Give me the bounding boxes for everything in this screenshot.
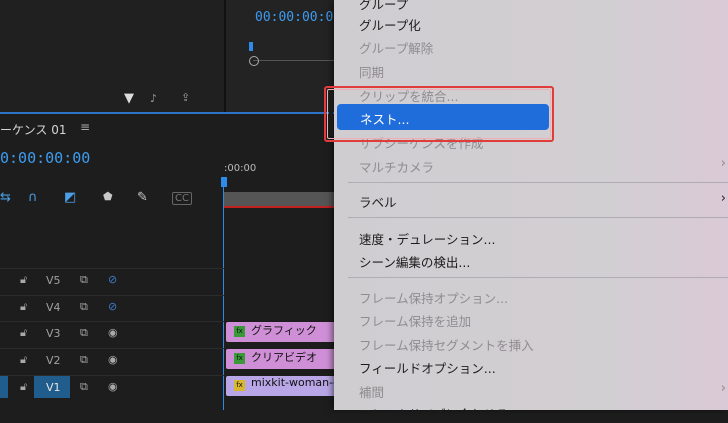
track-name: V2 <box>46 354 61 367</box>
track-name: V5 <box>46 274 61 287</box>
lock-icon[interactable]: 🔓︎ <box>20 326 27 340</box>
menu-item-synchronize[interactable]: 同期 <box>359 62 384 81</box>
sequence-timecode[interactable]: 0:00:00:00 <box>0 149 90 167</box>
menu-item-frame-hold-options[interactable]: フレーム保持オプション... <box>359 288 508 307</box>
active-panel-indicator <box>0 112 336 114</box>
menu-item-ungroup[interactable]: グループ解除 <box>359 38 433 57</box>
track-name: V1 <box>46 381 61 394</box>
source-timecode[interactable]: 00:00:00:00 <box>255 10 341 25</box>
marker-icon[interactable]: ⬟ <box>103 190 113 203</box>
wrench-icon[interactable]: ✎ <box>137 190 148 205</box>
track-header[interactable]: 🔓︎ V1 ⧉ ◉ <box>0 375 224 400</box>
focus-highlight-inner <box>327 89 551 139</box>
menu-item-partial[interactable]: フレームサイズに合わせる <box>359 404 508 423</box>
sync-lock-icon[interactable]: ⧉ <box>80 380 88 394</box>
sequence-menu-icon[interactable]: ≡ <box>80 120 90 134</box>
eye-icon[interactable]: ◉ <box>108 380 118 393</box>
source-scrub-knob[interactable] <box>249 56 259 66</box>
track-header[interactable]: 🔓︎ V3 ⧉ ◉ <box>0 321 224 346</box>
menu-item-field-options[interactable]: フィールドオプション... <box>359 358 496 377</box>
track-header[interactable]: 🔓︎ V2 ⧉ ◉ <box>0 348 224 373</box>
fx-icon: fx <box>234 326 245 337</box>
snap-icon[interactable]: ∩ <box>28 190 38 205</box>
work-area-bar[interactable] <box>224 192 336 206</box>
menu-item-interpolation[interactable]: 補間 <box>359 382 384 401</box>
clip-label: グラフィック <box>251 324 317 337</box>
project-panel <box>0 0 224 112</box>
timeline-clip[interactable]: fx mixkit-woman-d <box>226 376 336 396</box>
filter-icon[interactable]: ▼ <box>124 91 134 106</box>
timeline-clip[interactable]: fx グラフィック <box>226 322 336 342</box>
fx-icon: fx <box>234 353 245 364</box>
chevron-right-icon: › <box>720 191 726 206</box>
chevron-right-icon: › <box>720 381 726 396</box>
menu-separator <box>348 277 728 278</box>
lock-icon[interactable]: 🔓︎ <box>20 380 27 394</box>
menu-item-scene-edit-detection[interactable]: シーン編集の検出... <box>359 252 470 271</box>
context-menu: グループ グループ化 グループ解除 同期 クリップを統合... サブシーケンスを… <box>334 0 728 422</box>
eye-hidden-icon[interactable]: ⊘ <box>108 273 117 286</box>
eye-icon[interactable]: ◉ <box>108 353 118 366</box>
menu-item-group[interactable]: グループ化 <box>359 15 421 34</box>
menu-item-label[interactable]: ラベル <box>359 192 397 211</box>
export-icon[interactable]: ⇪ <box>181 91 190 104</box>
clip-label: mixkit-woman-d <box>251 376 336 389</box>
track-name: V4 <box>46 301 61 314</box>
track-header[interactable]: 🔓︎ V4 ⧉ ⊘ <box>0 295 224 320</box>
chevron-right-icon: › <box>720 156 726 171</box>
source-playhead[interactable] <box>249 42 253 51</box>
timeline-playhead-handle[interactable] <box>221 177 227 187</box>
sync-lock-icon[interactable]: ⧉ <box>80 300 88 314</box>
eye-hidden-icon[interactable]: ⊘ <box>108 300 117 313</box>
lock-icon[interactable]: 🔓︎ <box>20 273 27 287</box>
lock-icon[interactable]: 🔓︎ <box>20 300 27 314</box>
track-name: V3 <box>46 327 61 340</box>
eye-icon[interactable]: ◉ <box>108 326 118 339</box>
captions-icon[interactable]: CC <box>172 192 192 205</box>
insert-icon[interactable]: ⇆ <box>0 190 11 205</box>
menu-item-add-frame-hold[interactable]: フレーム保持を追加 <box>359 311 471 330</box>
menu-item-speed-duration[interactable]: 速度・デュレーション... <box>359 229 495 248</box>
render-bar <box>224 206 336 208</box>
ruler-time-label: :00:00 <box>224 163 257 174</box>
lock-icon[interactable]: 🔓︎ <box>20 353 27 367</box>
clip-label: クリアビデオ <box>251 351 317 364</box>
menu-item-insert-frame-hold[interactable]: フレーム保持セグメントを挿入 <box>359 335 534 354</box>
sync-lock-icon[interactable]: ⧉ <box>80 273 88 287</box>
menu-separator <box>348 182 728 183</box>
track-header[interactable]: 🔓︎ V5 ⧉ ⊘ <box>0 268 224 293</box>
sync-lock-icon[interactable]: ⧉ <box>80 353 88 367</box>
audio-icon[interactable]: ♪ <box>150 92 157 105</box>
menu-separator <box>348 217 728 218</box>
fx-icon: fx <box>234 380 245 391</box>
source-scrub-bar[interactable] <box>253 60 336 61</box>
sync-lock-icon[interactable]: ⧉ <box>80 326 88 340</box>
timeline-clip[interactable]: fx クリアビデオ <box>226 349 336 369</box>
menu-item-multi-camera[interactable]: マルチカメラ <box>359 157 434 176</box>
menu-item-partial[interactable]: グループ <box>359 0 408 13</box>
sequence-tab-title[interactable]: ーケンス 01 <box>0 121 66 138</box>
linked-selection-icon[interactable]: ◩ <box>64 190 76 205</box>
